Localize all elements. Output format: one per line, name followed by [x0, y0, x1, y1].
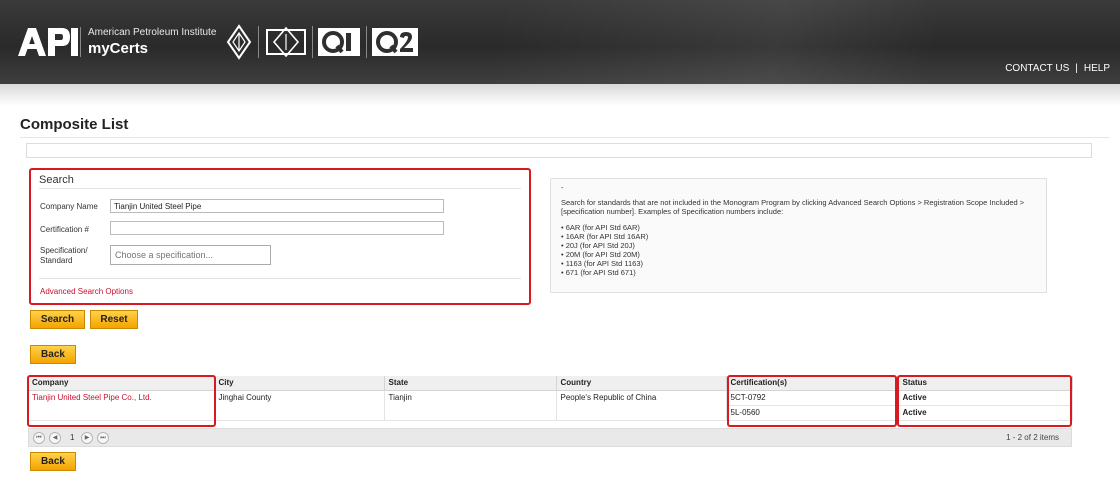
status-cell: Active — [898, 405, 1073, 421]
search-legend: Search — [39, 174, 74, 186]
help-link[interactable]: HELP — [1084, 63, 1110, 74]
certification-input[interactable] — [110, 221, 444, 235]
list-item: 1163 (for API Std 1163) — [561, 259, 1036, 268]
list-item: 16AR (for API Std 16AR) — [561, 232, 1036, 241]
state-cell: Tianjin — [384, 390, 557, 421]
specification-select[interactable] — [110, 245, 271, 265]
specification-label-line2: Standard — [40, 256, 73, 265]
column-header-status[interactable]: Status — [898, 376, 1073, 391]
list-item: 20J (for API Std 20J) — [561, 241, 1036, 250]
title-divider — [20, 137, 1110, 138]
search-panel: Search Company Name Certification # Spec… — [29, 168, 531, 305]
back-button-bottom[interactable]: Back — [30, 452, 76, 471]
help-dash: - — [561, 183, 564, 192]
api-logo-icon[interactable] — [18, 26, 78, 56]
next-page-icon[interactable]: ▶ — [81, 432, 93, 444]
company-cell: Tianjin United Steel Pipe Co., Ltd. — [28, 390, 215, 421]
results-table: Company City State Country Certification… — [28, 376, 1073, 421]
spec-examples-list: 6AR (for API Std 6AR) 16AR (for API Std … — [561, 223, 1036, 277]
specification-label: Specification/ Standard — [40, 246, 88, 266]
table-header-row: Company City State Country Certification… — [28, 376, 1073, 391]
certification-cell: 5CT-0792 — [726, 390, 899, 406]
last-page-icon[interactable]: ⏭ — [97, 432, 109, 444]
header-shadow — [0, 84, 1120, 106]
empty-message-bar — [26, 143, 1092, 158]
page-title: Composite List — [20, 116, 129, 133]
country-cell: People's Republic of China — [556, 390, 727, 421]
reset-button[interactable]: Reset — [90, 310, 138, 329]
back-button-top[interactable]: Back — [30, 345, 76, 364]
column-header-certifications[interactable]: Certification(s) — [726, 376, 899, 391]
column-header-country[interactable]: Country — [556, 376, 727, 391]
specification-label-line1: Specification/ — [40, 246, 88, 255]
top-nav: CONTACT US | HELP — [1005, 63, 1110, 74]
prev-page-icon[interactable]: ◀ — [49, 432, 61, 444]
list-item: 6AR (for API Std 6AR) — [561, 223, 1036, 232]
city-cell: Jinghai County — [214, 390, 385, 421]
app-name: myCerts — [88, 40, 149, 57]
nav-separator: | — [1075, 63, 1078, 74]
logo-divider — [312, 26, 313, 58]
list-item: 20M (for API Std 20M) — [561, 250, 1036, 259]
api-composite-monogram-icon — [266, 26, 306, 58]
advanced-search-link[interactable]: Advanced Search Options — [40, 287, 133, 296]
org-name: American Petroleum Institute — [88, 27, 217, 38]
api-q2-icon — [372, 28, 418, 56]
contact-us-link[interactable]: CONTACT US — [1005, 63, 1069, 74]
search-button[interactable]: Search — [30, 310, 85, 329]
api-q1-icon — [318, 28, 360, 56]
first-page-icon[interactable]: ⏮ — [33, 432, 45, 444]
logo-divider — [80, 27, 81, 57]
api-monogram-icon — [226, 24, 252, 60]
site-header: American Petroleum Institute myCerts CON… — [0, 0, 1120, 84]
list-item: 671 (for API Std 671) — [561, 268, 1036, 277]
page-number[interactable]: 1 — [70, 433, 74, 442]
logo-divider — [258, 26, 259, 58]
column-header-city[interactable]: City — [214, 376, 385, 391]
results-grid: Company City State Country Certification… — [28, 376, 1073, 427]
search-divider — [39, 278, 521, 279]
table-row: Tianjin United Steel Pipe Co., Ltd. Jing… — [28, 390, 1073, 421]
column-header-company[interactable]: Company — [28, 376, 215, 391]
certification-label: Certification # — [40, 225, 89, 234]
company-link[interactable]: Tianjin United Steel Pipe Co., Ltd. — [32, 393, 152, 402]
help-intro: Search for standards that are not includ… — [561, 198, 1025, 216]
pager-bar: ⏮ ◀ 1 ▶ ⏭ 1 - 2 of 2 items — [28, 428, 1072, 447]
pager-summary: 1 - 2 of 2 items — [1006, 433, 1059, 442]
search-divider — [39, 188, 521, 189]
column-header-state[interactable]: State — [384, 376, 557, 391]
specification-help-box: - Search for standards that are not incl… — [550, 178, 1047, 293]
status-cell: Active — [898, 390, 1073, 406]
company-name-label: Company Name — [40, 202, 98, 211]
company-name-input[interactable] — [110, 199, 444, 213]
logo-divider — [366, 26, 367, 58]
certification-cell: 5L-0560 — [726, 405, 899, 421]
